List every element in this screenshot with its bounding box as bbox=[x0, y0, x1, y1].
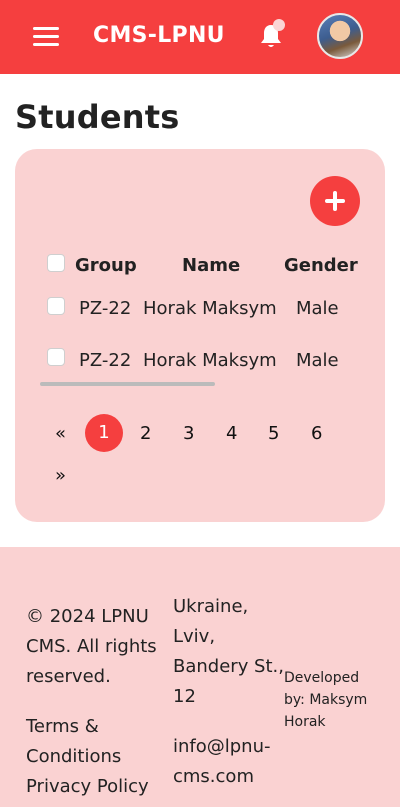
footer-address-line: 12 bbox=[173, 686, 196, 707]
pagination-page-3[interactable]: 3 bbox=[183, 422, 194, 446]
footer-copyright-line: reserved. bbox=[26, 666, 111, 687]
pagination-page-5[interactable]: 5 bbox=[268, 422, 279, 446]
page-title: Students bbox=[15, 98, 180, 136]
footer-developer-credit: Horak bbox=[284, 714, 326, 730]
footer-developer-credit: Developed bbox=[284, 670, 360, 686]
footer-terms-link[interactable]: Terms & bbox=[26, 712, 99, 742]
hamburger-menu-icon[interactable] bbox=[33, 27, 59, 47]
pagination-page-4[interactable]: 4 bbox=[226, 422, 237, 446]
pagination-next[interactable]: » bbox=[55, 464, 66, 488]
notification-dot bbox=[273, 19, 285, 31]
bell-icon[interactable] bbox=[258, 19, 285, 50]
cell-name: Horak Maksym bbox=[143, 298, 277, 319]
cell-gender: Male bbox=[296, 298, 339, 319]
column-header-gender: Gender bbox=[284, 255, 358, 276]
column-header-name: Name bbox=[182, 255, 241, 276]
table-horizontal-scrollbar[interactable] bbox=[40, 382, 215, 386]
pagination-page-2[interactable]: 2 bbox=[140, 422, 151, 446]
footer-email-link[interactable]: info@lpnu- bbox=[173, 732, 271, 762]
footer-address-line: Bandery St., bbox=[173, 656, 284, 677]
cell-group: PZ-22 bbox=[79, 298, 132, 319]
footer-terms-link[interactable]: Conditions bbox=[26, 742, 121, 772]
cell-name: Horak Maksym bbox=[143, 350, 277, 371]
pagination-page-6[interactable]: 6 bbox=[311, 422, 322, 446]
footer-copyright-line: © 2024 LPNU bbox=[26, 606, 149, 627]
footer-privacy-link[interactable]: Privacy Policy bbox=[26, 772, 149, 802]
top-navbar: CMS-LPNU bbox=[0, 0, 400, 74]
column-header-group: Group bbox=[75, 255, 137, 276]
footer-address-line: Lviv, bbox=[173, 626, 216, 647]
footer-address-line: Ukraine, bbox=[173, 596, 249, 617]
pagination-page-1[interactable]: 1 bbox=[85, 414, 123, 452]
row-checkbox[interactable] bbox=[47, 348, 65, 366]
cell-gender: Male bbox=[296, 350, 339, 371]
pagination-prev[interactable]: « bbox=[55, 422, 66, 446]
cell-group: PZ-22 bbox=[79, 350, 132, 371]
footer-developer-credit: by: Maksym bbox=[284, 692, 368, 708]
row-checkbox[interactable] bbox=[47, 297, 65, 315]
brand-title[interactable]: CMS-LPNU bbox=[93, 21, 225, 51]
footer-email-link[interactable]: cms.com bbox=[173, 762, 254, 792]
add-student-button[interactable] bbox=[310, 176, 360, 226]
select-all-checkbox[interactable] bbox=[47, 254, 65, 272]
avatar[interactable] bbox=[317, 13, 363, 59]
footer-copyright-line: CMS. All rights bbox=[26, 636, 157, 657]
